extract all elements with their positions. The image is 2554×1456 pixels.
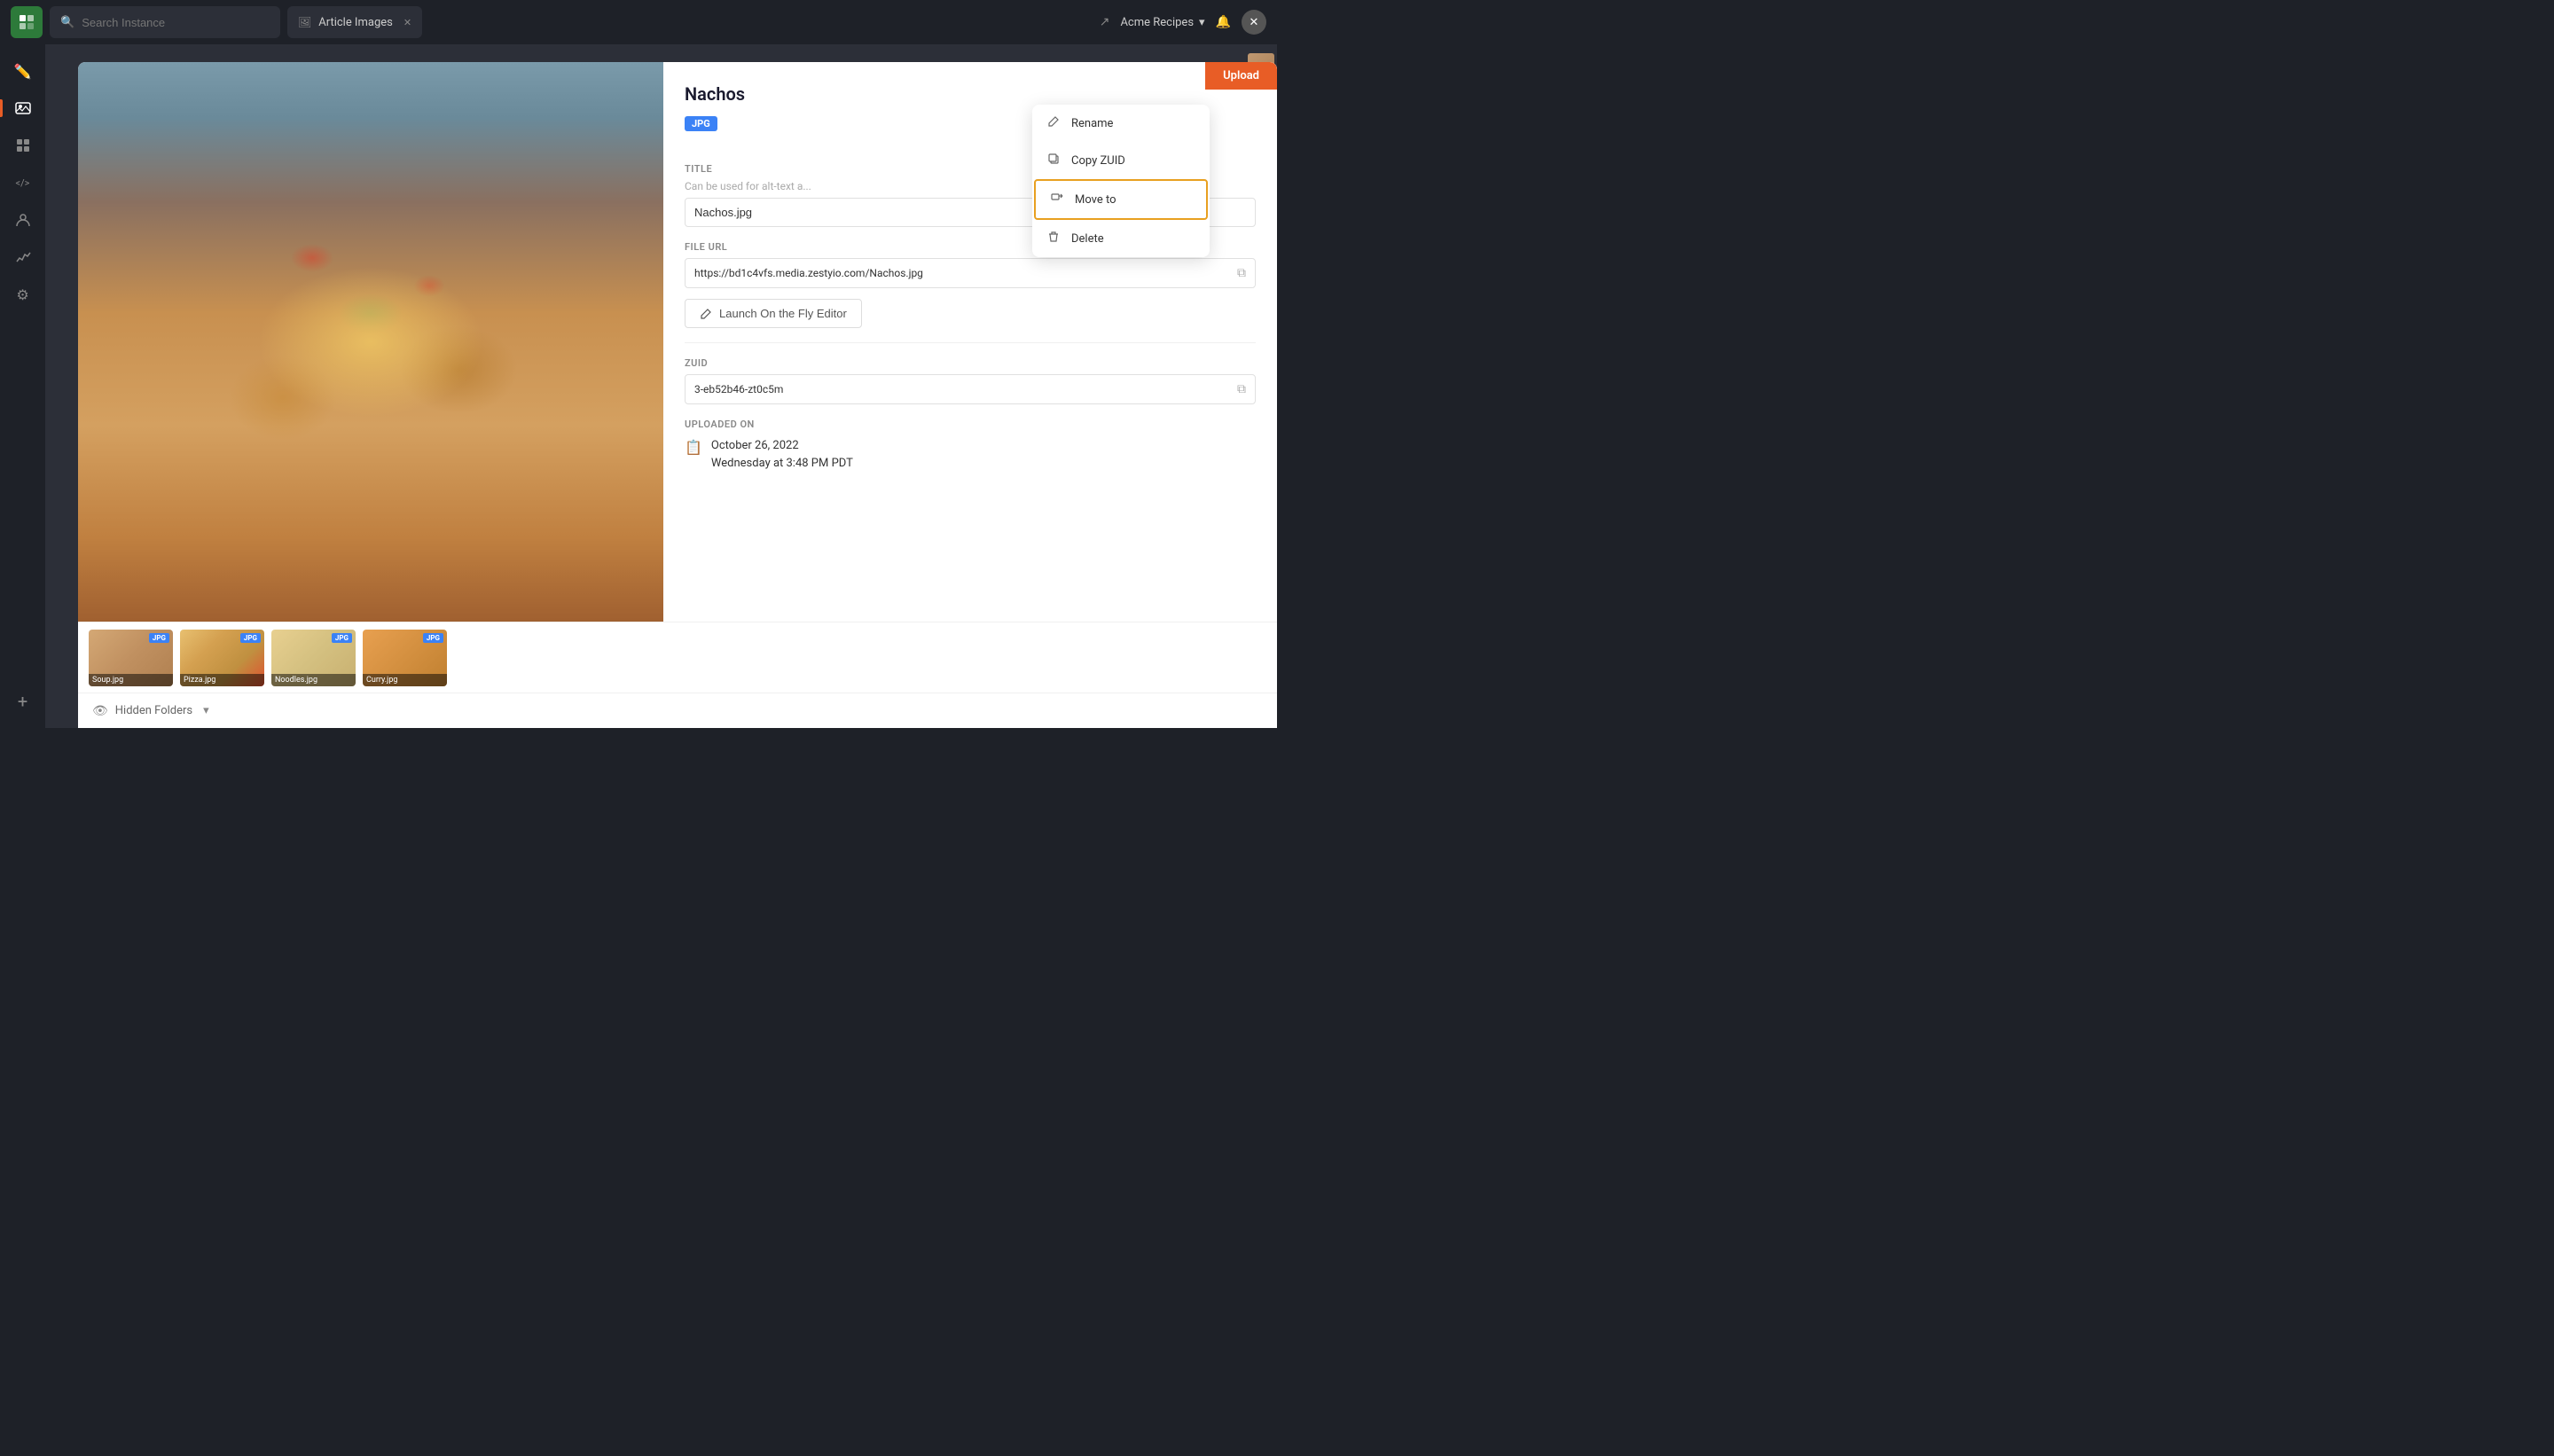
uploaded-on-row: 📋 October 26, 2022 Wednesday at 3:48 PM … [685,437,1256,472]
move-icon [1050,192,1064,207]
instance-selector[interactable]: Acme Recipes ▾ [1120,16,1204,29]
thumbnail-curry[interactable]: JPG Curry.jpg [363,630,447,686]
launch-editor-button[interactable]: Launch On the Fly Editor [685,299,862,328]
file-name-heading: Nachos [685,83,1256,105]
main-image [78,62,663,622]
context-rename[interactable]: Rename [1032,105,1210,142]
content-area: Upload Nachos JPG Title Can be used for … [46,44,1277,728]
context-copy-zuid[interactable]: Copy ZUID [1032,142,1210,179]
launch-btn-label: Launch On the Fly Editor [719,307,847,320]
thumb-badge-noodles: JPG [332,633,352,643]
thumbnail-noodles[interactable]: JPG Noodles.jpg [271,630,356,686]
thumb-label-curry: Curry.jpg [363,674,447,686]
sidebar-item-layers[interactable] [7,129,39,161]
chevron-down-icon: ▾ [1199,16,1205,29]
file-url-text: https://bd1c4vfs.media.zestyio.com/Nacho… [694,267,1230,279]
thumbnail-pizza[interactable]: JPG Pizza.jpg [180,630,264,686]
thumb-label-soup: Soup.jpg [89,674,173,686]
copy-zuid-icon[interactable]: ⧉ [1237,382,1246,396]
app-logo[interactable] [11,6,43,38]
copy-label: Copy ZUID [1071,154,1125,168]
instance-name: Acme Recipes [1120,16,1194,29]
pencil-icon [700,308,712,320]
hidden-folders-label: Hidden Folders [115,704,192,717]
uploaded-date: October 26, 2022 Wednesday at 3:48 PM PD… [711,437,853,472]
topbar-right: ↗ Acme Recipes ▾ 🔔 ✕ [1100,10,1266,35]
external-link-icon[interactable]: ↗ [1100,15,1110,29]
sidebar-item-code[interactable]: </> [7,167,39,199]
context-menu: Rename Copy ZUID Move to [1032,105,1210,257]
main-layout: ✏️ </> [0,44,1277,728]
tab-media-icon: 🖼 [298,16,311,28]
zuid-label: ZUID [685,357,1256,369]
zuid-row: 3-eb52b46-zt0c5m ⧉ [685,374,1256,404]
upload-button[interactable]: Upload [1205,62,1277,90]
trash-icon [1046,231,1061,247]
chevron-down-icon[interactable]: ▾ [203,704,209,717]
file-type-badge: JPG [685,116,717,131]
thumb-label-pizza: Pizza.jpg [180,674,264,686]
copy-url-icon[interactable]: ⧉ [1237,266,1246,280]
divider [685,342,1256,343]
copy-icon [1046,153,1061,168]
sidebar-item-settings[interactable]: ⚙ [7,278,39,310]
rename-label: Rename [1071,117,1113,130]
thumbnail-soup[interactable]: JPG Soup.jpg [89,630,173,686]
eye-icon: 👁 [92,704,108,718]
thumb-badge-curry: JPG [423,633,443,643]
delete-label: Delete [1071,232,1104,246]
notification-icon[interactable]: 🔔 [1216,15,1231,29]
search-input[interactable] [82,16,270,29]
calendar-icon: 📋 [685,439,702,456]
tab-article-images[interactable]: 🖼 Article Images ✕ [287,6,422,38]
sidebar-item-edit[interactable]: ✏️ [7,55,39,87]
context-delete[interactable]: Delete [1032,220,1210,257]
rename-icon [1046,115,1061,131]
search-icon: 🔍 [60,16,74,29]
sidebar-item-media[interactable] [7,92,39,124]
uploaded-on-label: UPLOADED ON [685,419,1256,430]
thumb-badge-pizza: JPG [240,633,261,643]
main-image-container [78,62,663,622]
context-move-to[interactable]: Move to [1034,179,1208,220]
thumb-label-noodles: Noodles.jpg [271,674,356,686]
sidebar-item-analytics[interactable] [7,241,39,273]
search-box[interactable]: 🔍 [50,6,280,38]
thumbnails-bar: JPG Soup.jpg JPG Pizza.jpg JPG Noodles.j… [78,622,1277,693]
thumb-badge-soup: JPG [149,633,169,643]
tab-label: Article Images [318,16,393,29]
zuid-value: 3-eb52b46-zt0c5m [694,383,1230,395]
file-url-row: https://bd1c4vfs.media.zestyio.com/Nacho… [685,258,1256,288]
sidebar-item-person[interactable] [7,204,39,236]
move-label: Move to [1075,193,1116,207]
topbar: 🔍 🖼 Article Images ✕ ↗ Acme Recipes ▾ 🔔 … [0,0,1277,44]
folders-bar: 👁 Hidden Folders ▾ [78,693,1277,728]
sidebar-item-add[interactable]: + [7,685,39,717]
sidebar: ✏️ </> [0,44,46,728]
tab-close-icon[interactable]: ✕ [403,17,411,28]
close-button[interactable]: ✕ [1242,10,1266,35]
